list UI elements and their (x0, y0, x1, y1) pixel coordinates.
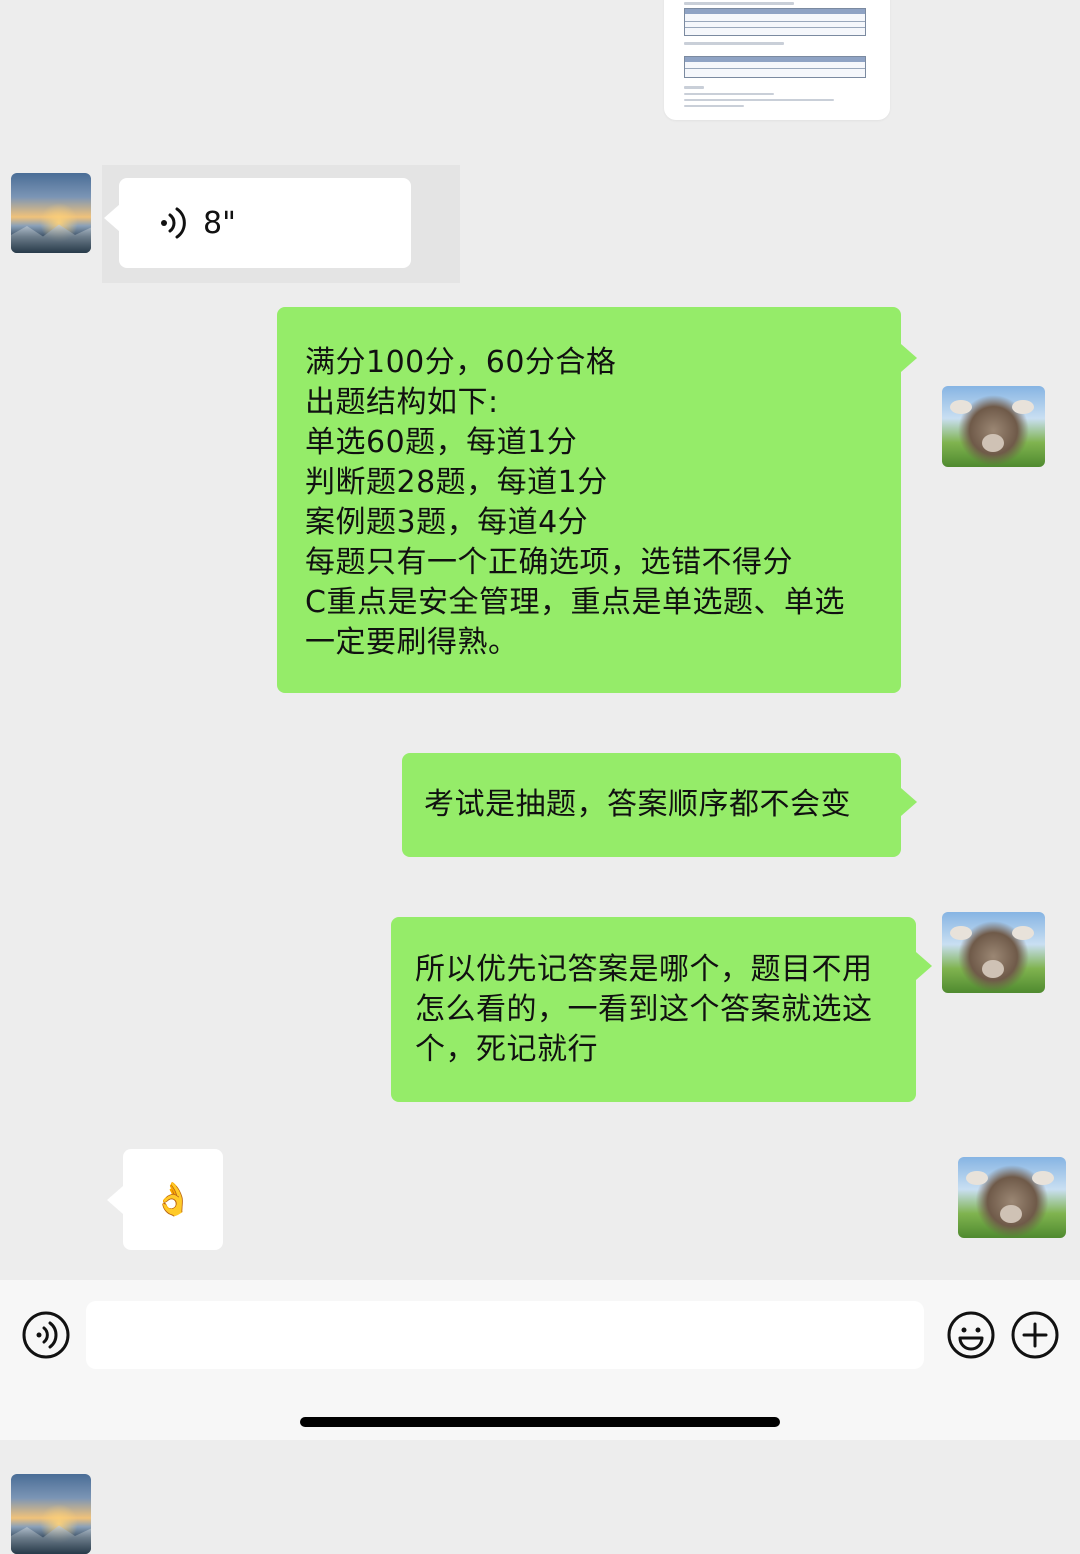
cow-avatar[interactable] (958, 1157, 1066, 1238)
text-message-bubble[interactable]: 考试是抽题，答案顺序都不会变 (402, 753, 901, 857)
home-indicator (300, 1417, 780, 1427)
doc-text-line (684, 93, 774, 95)
cow-avatar[interactable] (942, 386, 1045, 467)
bubble-tail (107, 1186, 123, 1214)
bubble-tail (901, 344, 917, 372)
add-icon[interactable] (1011, 1311, 1059, 1359)
ok-hand-emoji: 👌 (153, 1180, 193, 1218)
emoji-icon[interactable] (947, 1311, 995, 1359)
bubble-tail (916, 952, 932, 980)
document-preview-card[interactable] (664, 0, 890, 120)
doc-text-line (684, 99, 834, 101)
text-message-bubble[interactable]: 所以优先记答案是哪个，题目不用 怎么看的，一看到这个答案就选这 个，死记就行 (391, 917, 916, 1102)
voice-wave-icon (161, 207, 186, 239)
message-text: 考试是抽题，答案顺序都不会变 (424, 787, 851, 822)
voice-input-icon[interactable] (22, 1311, 70, 1359)
landscape-avatar[interactable] (11, 1474, 91, 1554)
doc-text-line (684, 42, 784, 45)
bubble-tail (901, 788, 917, 816)
doc-table (684, 56, 866, 78)
voice-message-bubble[interactable]: 8" (119, 178, 411, 268)
message-input[interactable] (86, 1301, 924, 1369)
message-text: 满分100分，60分合格 出题结构如下: 单选60题，每道1分 判断题28题，每… (305, 345, 845, 660)
message-text: 所以优先记答案是哪个，题目不用 怎么看的，一看到这个答案就选这 个，死记就行 (415, 952, 873, 1067)
bubble-tail (104, 204, 120, 232)
voice-duration: 8" (203, 206, 236, 241)
emoji-message-bubble[interactable]: 👌 (123, 1149, 223, 1250)
text-message-bubble[interactable]: 满分100分，60分合格 出题结构如下: 单选60题，每道1分 判断题28题，每… (277, 307, 901, 693)
doc-text-line (684, 105, 744, 107)
doc-text-line (684, 2, 794, 5)
landscape-avatar[interactable] (11, 173, 91, 253)
doc-table (684, 8, 866, 36)
cow-avatar[interactable] (942, 912, 1045, 993)
doc-text-line (684, 86, 704, 89)
